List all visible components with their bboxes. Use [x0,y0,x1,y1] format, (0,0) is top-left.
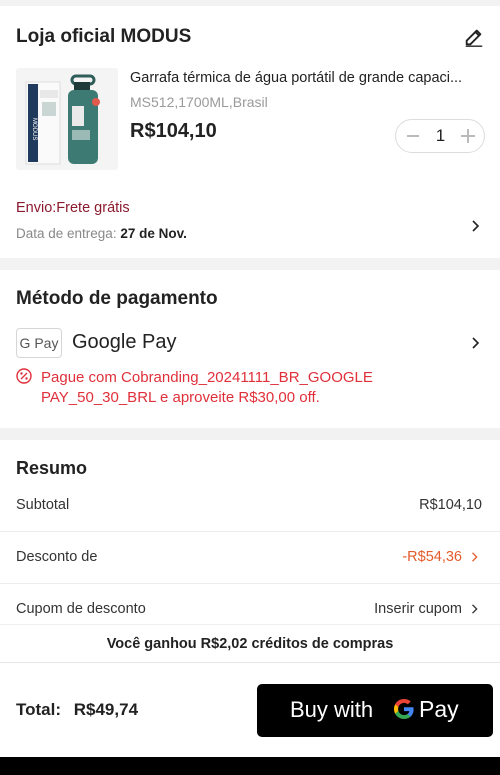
delivery-info: Data de entrega: 27 de Nov. [16,226,187,241]
chevron-right-icon [472,604,478,614]
discount-tag-icon [16,368,32,384]
payment-method-name: Google Pay [72,331,177,353]
product-title[interactable]: Garrafa térmica de água portátil de gran… [130,70,486,86]
payment-title: Método de pagamento [16,288,218,309]
quantity-stepper: 1 [395,119,485,153]
total-label: Total: [16,700,62,719]
discount-row[interactable]: Desconto de -R$54,36 [0,532,500,584]
google-g-icon [394,699,414,719]
buy-pay-label: Pay [419,696,459,722]
delivery-label: Data de entrega: [16,226,117,241]
discount-label: Desconto de [16,549,98,565]
subtotal-value: R$104,10 [419,497,482,513]
delivery-date: 27 de Nov. [120,226,187,241]
payment-method-row[interactable]: G Pay Google Pay [0,326,500,360]
product-price: R$104,10 [130,120,217,142]
payment-card: Método de pagamento G Pay Google Pay Pag… [0,270,500,428]
buy-label: Buy with [290,697,374,722]
bottle-illustration: MODUS [25,74,100,165]
discount-value: -R$54,36 [402,549,462,565]
box-brand-text: MODUS [31,118,37,140]
chevron-right-icon [472,220,480,232]
store-name: Loja oficial MODUS [16,26,192,47]
buy-with-google-pay-button[interactable]: Buy with Pay [257,684,493,737]
promo-text: Pague com Cobranding_20241111_BR_GOOGLE … [41,369,373,406]
shipping-row[interactable]: Envio:Frete grátis Data de entrega: 27 d… [0,194,500,254]
subtotal-row: Subtotal R$104,10 [0,480,500,532]
product-image[interactable]: MODUS [16,68,118,170]
total-value: R$49,74 [73,700,139,719]
coupon-label: Cupom de desconto [16,601,146,617]
credits-banner: Você ganhou R$2,02 créditos de compras [0,624,500,662]
store-card: Loja oficial MODUS MODUS Garrafa térmica… [0,6,500,258]
chevron-right-icon [472,337,480,349]
edit-pencil-icon[interactable] [463,26,485,48]
summary-title: Resumo [16,458,88,478]
shipping-label: Envio:Frete grátis [16,200,130,216]
product-variant: MS512,1700ML,Brasil [130,94,268,110]
gpay-badge: G Pay [16,328,62,358]
total: Total: R$49,74 [16,700,138,720]
quantity-value[interactable]: 1 [426,126,455,146]
chevron-right-icon [472,552,478,562]
coupon-value: Inserir cupom [374,601,462,617]
checkout-bar: Total: R$49,74 Buy with Pay [0,662,500,757]
minus-icon[interactable] [402,125,424,147]
system-nav-bar [0,757,500,775]
plus-icon[interactable] [457,125,479,147]
subtotal-label: Subtotal [16,497,70,513]
